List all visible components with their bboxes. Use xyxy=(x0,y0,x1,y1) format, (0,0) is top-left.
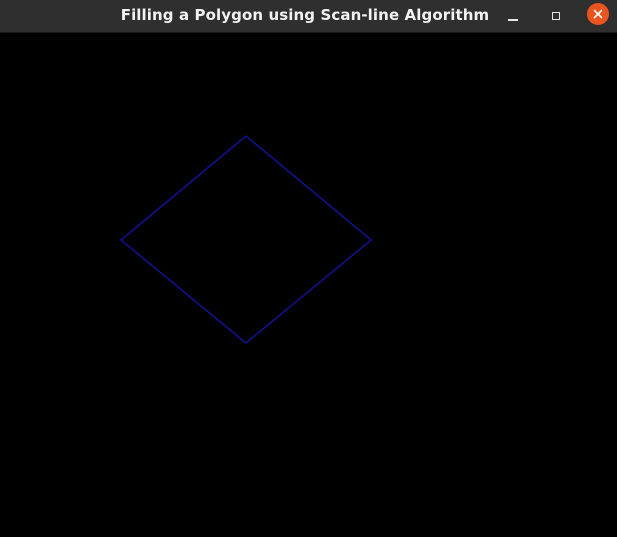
diamond-polygon xyxy=(119,135,373,344)
close-icon xyxy=(593,9,603,19)
close-button[interactable] xyxy=(587,3,609,25)
drawing-canvas[interactable] xyxy=(0,33,617,537)
title-bar[interactable]: Filling a Polygon using Scan-line Algori… xyxy=(0,0,617,33)
app-window: Filling a Polygon using Scan-line Algori… xyxy=(0,0,617,537)
minimize-icon xyxy=(508,19,518,21)
minimize-button[interactable] xyxy=(503,6,523,26)
canvas-svg xyxy=(119,135,373,344)
maximize-icon xyxy=(552,12,560,20)
maximize-button[interactable] xyxy=(546,6,566,26)
